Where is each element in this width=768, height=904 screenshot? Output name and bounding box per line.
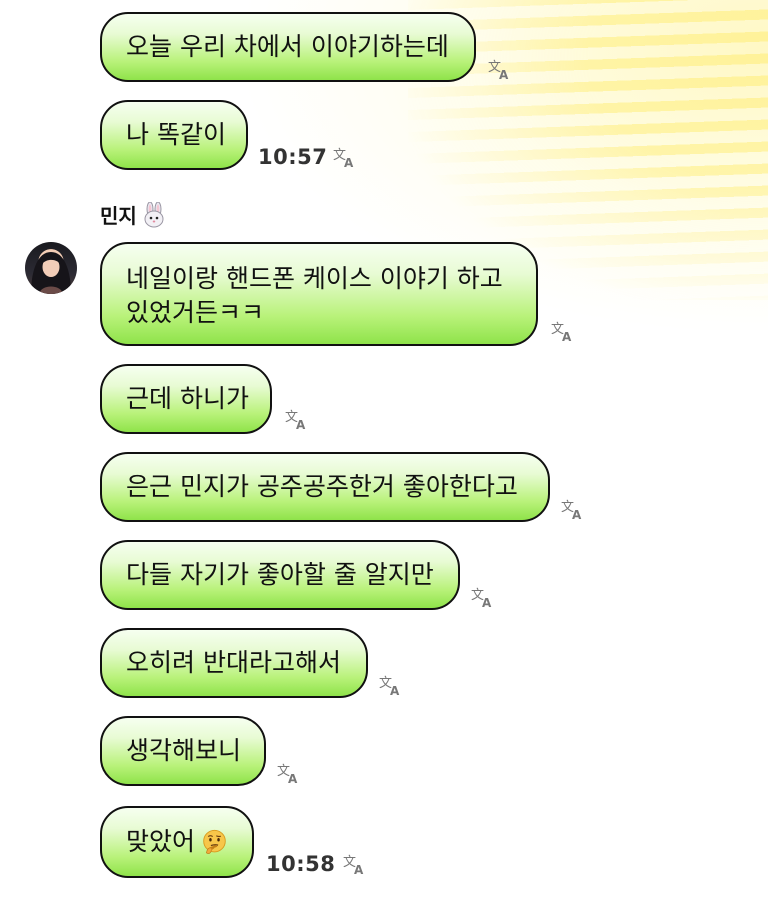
translate-icon[interactable]: 文 A	[550, 320, 576, 342]
translate-icon[interactable]: 文 A	[276, 762, 302, 784]
svg-text:A: A	[499, 68, 509, 80]
message-bubble[interactable]: 나 똑같이	[100, 100, 248, 170]
message-text: 네일이랑 핸드폰 케이스 이야기 하고 있었거든ㅋㅋ	[126, 264, 503, 327]
translate-icon[interactable]: 文 A	[378, 674, 404, 696]
sender-name-text: 민지	[100, 204, 137, 228]
message-text: 다들 자기가 좋아할 줄 알지만	[126, 560, 434, 589]
translate-icon[interactable]: 文 A	[470, 586, 496, 608]
message-timestamp: 10:58	[266, 852, 336, 876]
svg-text:A: A	[572, 508, 582, 520]
message-bubble[interactable]: 네일이랑 핸드폰 케이스 이야기 하고 있었거든ㅋㅋ	[100, 242, 538, 346]
avatar[interactable]	[25, 242, 77, 294]
translate-icon[interactable]: 文 A	[487, 58, 513, 80]
svg-text:A: A	[296, 418, 306, 430]
sender-name: 민지	[100, 200, 167, 229]
bunny-emoji-icon	[144, 201, 164, 227]
message-bubble[interactable]: 오히려 반대라고해서	[100, 628, 368, 698]
message-bubble[interactable]: 은근 민지가 공주공주한거 좋아한다고	[100, 452, 550, 522]
translate-icon[interactable]: 文 A	[284, 408, 310, 430]
message-text: 오늘 우리 차에서 이야기하는데	[126, 32, 449, 61]
message-timestamp: 10:57	[258, 145, 328, 169]
message-text: 나 똑같이	[126, 120, 226, 149]
translate-icon[interactable]: 文 A	[342, 853, 368, 875]
svg-text:A: A	[482, 596, 492, 608]
message-bubble[interactable]: 오늘 우리 차에서 이야기하는데	[100, 12, 476, 82]
svg-text:A: A	[288, 772, 298, 784]
message-text: 생각해보니	[126, 736, 242, 765]
translate-icon[interactable]: 文 A	[560, 498, 586, 520]
thinking-face-emoji-icon	[203, 829, 226, 854]
svg-text:A: A	[344, 156, 354, 168]
svg-text:A: A	[354, 863, 364, 875]
message-bubble[interactable]: 근데 하니가	[100, 364, 272, 434]
message-text: 근데 하니가	[126, 384, 249, 413]
message-text: 은근 민지가 공주공주한거 좋아한다고	[126, 472, 518, 501]
svg-text:A: A	[390, 684, 400, 696]
message-bubble[interactable]: 맞았어	[100, 806, 254, 878]
message-text: 맞았어	[126, 827, 196, 856]
message-bubble[interactable]: 다들 자기가 좋아할 줄 알지만	[100, 540, 460, 610]
message-bubble[interactable]: 생각해보니	[100, 716, 266, 786]
message-text: 오히려 반대라고해서	[126, 648, 341, 677]
svg-text:A: A	[562, 330, 572, 342]
translate-icon[interactable]: 文 A	[332, 146, 358, 168]
avatar-image	[31, 252, 71, 294]
